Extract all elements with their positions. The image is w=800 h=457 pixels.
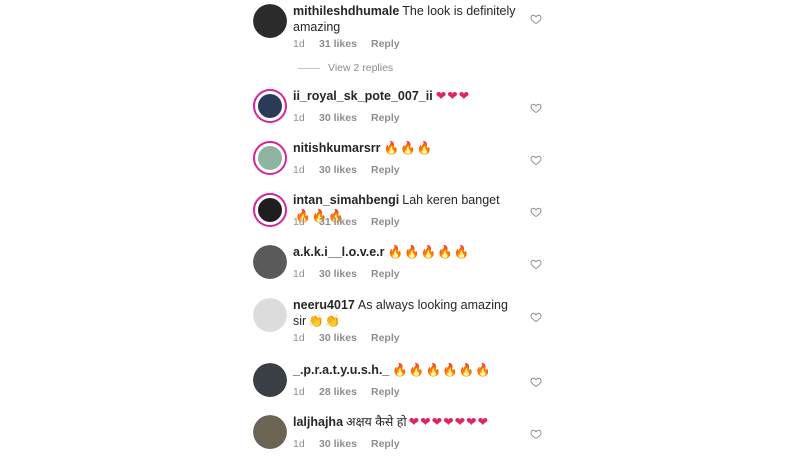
user-avatar[interactable] xyxy=(253,193,287,227)
like-heart-icon[interactable] xyxy=(530,311,542,323)
comment-likes-count[interactable]: 30 likes xyxy=(319,438,371,450)
comment-meta: 1d 30 likes Reply xyxy=(293,112,400,124)
fire-emoji-icons: 🔥🔥🔥🔥🔥 xyxy=(387,245,471,259)
comment-time: 1d xyxy=(293,268,305,280)
comment-likes-count[interactable]: 28 likes xyxy=(319,386,371,398)
avatar-image xyxy=(258,146,282,170)
user-avatar[interactable] xyxy=(253,415,287,449)
avatar-image xyxy=(253,415,287,449)
heart-emoji-icons: ❤❤❤❤❤❤❤ xyxy=(408,415,489,429)
view-replies-button[interactable]: View 2 replies xyxy=(298,62,393,74)
avatar-image xyxy=(258,198,282,222)
comment-body: अक्षय कैसे हो xyxy=(346,415,407,429)
reply-button[interactable]: Reply xyxy=(371,268,400,280)
view-replies-label: View 2 replies xyxy=(328,62,394,74)
comment-text: neeru4017 As always looking amazing sir 👏👏 xyxy=(293,297,518,329)
like-heart-icon[interactable] xyxy=(530,102,542,114)
comment-username[interactable]: nitishkumarsrr xyxy=(293,141,381,155)
comment-username[interactable]: mithileshdhumale xyxy=(293,4,399,18)
comment-username[interactable]: neeru4017 xyxy=(293,298,355,312)
replies-divider-line xyxy=(298,67,320,69)
user-avatar[interactable] xyxy=(253,363,287,397)
user-avatar[interactable] xyxy=(253,4,287,38)
like-heart-icon[interactable] xyxy=(530,206,542,218)
comment-likes-count[interactable]: 31 likes xyxy=(319,216,371,228)
comment-row: a.k.k.i__l.o.v.e.r 🔥🔥🔥🔥🔥 1d 30 likes Reply xyxy=(0,244,800,294)
avatar-image xyxy=(258,94,282,118)
comment-row: laljhajha अक्षय कैसे हो ❤❤❤❤❤❤❤ 1d 30 likes R… xyxy=(0,414,800,457)
user-avatar[interactable] xyxy=(253,141,287,175)
comment-time: 1d xyxy=(293,438,305,450)
comment-time: 1d xyxy=(293,164,305,176)
avatar-image xyxy=(253,363,287,397)
clap-emoji-icons: 👏👏 xyxy=(308,314,342,328)
comment-time: 1d xyxy=(293,38,305,50)
user-avatar[interactable] xyxy=(253,245,287,279)
comment-username[interactable]: intan_simahbengi xyxy=(293,193,399,207)
user-avatar[interactable] xyxy=(253,89,287,123)
comment-list: mithileshdhumale The look is definitely a… xyxy=(0,0,800,457)
comment-row: neeru4017 As always looking amazing sir 👏👏… xyxy=(0,297,800,347)
fire-emoji-icons: 🔥🔥🔥🔥🔥🔥 xyxy=(392,363,492,377)
comment-meta: 1d 30 likes Reply xyxy=(293,332,400,344)
comment-username[interactable]: _.p.r.a.t.y.u.s.h._ xyxy=(293,363,389,377)
like-heart-icon[interactable] xyxy=(530,154,542,166)
comment-time: 1d xyxy=(293,216,305,228)
reply-button[interactable]: Reply xyxy=(371,38,400,50)
comment-time: 1d xyxy=(293,386,305,398)
comment-text: nitishkumarsrr 🔥🔥🔥 xyxy=(293,140,518,156)
comment-text: mithileshdhumale The look is definitely a… xyxy=(293,3,518,35)
comment-text: _.p.r.a.t.y.u.s.h._ 🔥🔥🔥🔥🔥🔥 xyxy=(293,362,518,378)
reply-button[interactable]: Reply xyxy=(371,164,400,176)
comment-body: Lah keren banget xyxy=(402,193,500,207)
like-heart-icon[interactable] xyxy=(530,13,542,25)
comment-username[interactable]: laljhajha xyxy=(293,415,343,429)
comment-meta: 1d 31 likes Reply xyxy=(293,38,400,50)
reply-button[interactable]: Reply xyxy=(371,112,400,124)
comment-meta: 1d 30 likes Reply xyxy=(293,164,400,176)
comment-likes-count[interactable]: 30 likes xyxy=(319,112,371,124)
reply-button[interactable]: Reply xyxy=(371,332,400,344)
like-heart-icon[interactable] xyxy=(530,376,542,388)
like-heart-icon[interactable] xyxy=(530,428,542,440)
comment-likes-count[interactable]: 30 likes xyxy=(319,268,371,280)
comment-text: ii_royal_sk_pote_007_ii ❤❤❤ xyxy=(293,88,518,104)
comment-likes-count[interactable]: 30 likes xyxy=(319,332,371,344)
reply-button[interactable]: Reply xyxy=(371,216,400,228)
comment-meta: 1d 31 likes Reply xyxy=(293,216,400,228)
comment-row: nitishkumarsrr 🔥🔥🔥 1d 30 likes Reply xyxy=(0,140,800,190)
avatar-image xyxy=(253,4,287,38)
user-avatar[interactable] xyxy=(253,298,287,332)
comment-time: 1d xyxy=(293,112,305,124)
comment-likes-count[interactable]: 30 likes xyxy=(319,164,371,176)
like-heart-icon[interactable] xyxy=(530,258,542,270)
comment-meta: 1d 28 likes Reply xyxy=(293,386,400,398)
fire-emoji-icons: 🔥🔥🔥 xyxy=(383,141,434,155)
avatar-image xyxy=(253,245,287,279)
comment-username[interactable]: a.k.k.i__l.o.v.e.r xyxy=(293,245,385,259)
comment-row: intan_simahbengi Lah keren banget🔥🔥🔥 1d 31 … xyxy=(0,192,800,242)
comment-username[interactable]: ii_royal_sk_pote_007_ii xyxy=(293,89,433,103)
comment-row: mithileshdhumale The look is definitely a… xyxy=(0,3,800,53)
comment-text: a.k.k.i__l.o.v.e.r 🔥🔥🔥🔥🔥 xyxy=(293,244,518,260)
avatar-image xyxy=(253,298,287,332)
heart-emoji-icons: ❤❤❤ xyxy=(435,89,471,103)
comment-meta: 1d 30 likes Reply xyxy=(293,438,400,450)
comment-meta: 1d 30 likes Reply xyxy=(293,268,400,280)
comment-likes-count[interactable]: 31 likes xyxy=(319,38,371,50)
comment-row: ii_royal_sk_pote_007_ii ❤❤❤ 1d 30 likes Repl… xyxy=(0,88,800,138)
comment-time: 1d xyxy=(293,332,305,344)
reply-button[interactable]: Reply xyxy=(371,386,400,398)
reply-button[interactable]: Reply xyxy=(371,438,400,450)
comment-text: laljhajha अक्षय कैसे हो ❤❤❤❤❤❤❤ xyxy=(293,414,518,430)
comment-row: _.p.r.a.t.y.u.s.h._ 🔥🔥🔥🔥🔥🔥 1d 28 likes Reply xyxy=(0,362,800,412)
